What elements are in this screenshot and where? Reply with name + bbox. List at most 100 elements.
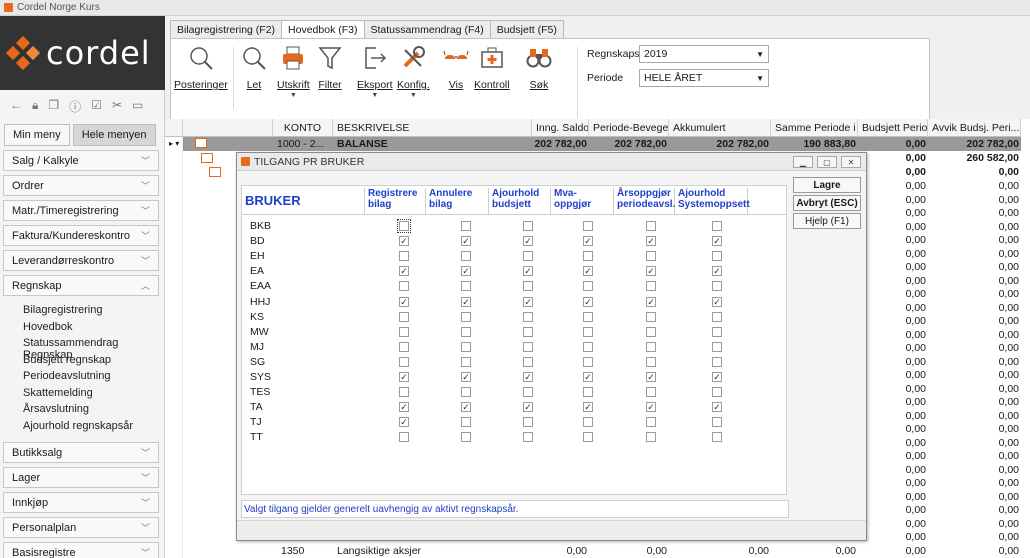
sok-button[interactable]: Søk: [526, 45, 552, 91]
access-checkbox[interactable]: [461, 417, 471, 428]
tab-hele-menyen[interactable]: Hele menyen: [72, 124, 156, 146]
col-periode[interactable]: Periode-Bevege...: [589, 119, 669, 137]
tab-bilagregistrering[interactable]: Bilagregistrering (F2): [170, 20, 283, 38]
access-checkbox[interactable]: ✓: [646, 236, 656, 247]
access-checkbox[interactable]: [583, 281, 593, 292]
access-checkbox[interactable]: ✓: [583, 372, 593, 382]
access-checkbox[interactable]: ✓: [399, 296, 409, 307]
access-checkbox[interactable]: ✓: [712, 266, 722, 277]
access-checkbox[interactable]: [399, 326, 409, 337]
access-checkbox[interactable]: [712, 251, 722, 262]
access-checkbox[interactable]: [583, 432, 593, 443]
submenu-budsjett[interactable]: Budsjett regnskap: [23, 354, 159, 371]
sidebar-item-matr[interactable]: Matr./Timeregistrering ﹀: [3, 200, 159, 221]
access-checkbox[interactable]: [523, 387, 533, 398]
access-checkbox[interactable]: [399, 432, 409, 443]
access-checkbox[interactable]: [399, 251, 409, 262]
submenu-statussammendrag[interactable]: Statussammendrag Regnskap: [23, 337, 159, 361]
sidebar-item-personalplan[interactable]: Personalplan ﹀: [3, 517, 159, 538]
col-budsjett[interactable]: Budsjett Perio...: [858, 119, 928, 137]
access-checkbox[interactable]: ✓: [523, 372, 533, 382]
checkbox-icon[interactable]: ☑: [91, 98, 102, 115]
filter-button[interactable]: Filter: [317, 45, 343, 91]
utskrift-button[interactable]: Utskrift ▼: [277, 45, 310, 99]
tab-hovedbok[interactable]: Hovedbok (F3): [281, 20, 365, 38]
access-checkbox[interactable]: [399, 311, 409, 322]
row-expand-icon[interactable]: ▸ ▾: [169, 139, 179, 148]
access-checkbox[interactable]: [399, 281, 409, 292]
col-samme-periode[interactable]: Samme Periode i ...: [771, 119, 858, 137]
access-checkbox[interactable]: ✓: [399, 372, 409, 382]
access-checkbox[interactable]: ✓: [583, 266, 593, 277]
let-button[interactable]: Let: [241, 45, 267, 91]
access-checkbox[interactable]: [646, 387, 656, 398]
lock-icon[interactable]: 🔒︎: [32, 98, 38, 115]
sidebar-item-faktura[interactable]: Faktura/Kundereskontro ﹀: [3, 225, 159, 246]
access-checkbox[interactable]: [399, 387, 409, 398]
sidebar-item-regnskap[interactable]: Regnskap ︿: [3, 275, 159, 296]
posteringer-button[interactable]: Posteringer: [174, 45, 228, 91]
access-checkbox[interactable]: [583, 251, 593, 262]
access-checkbox[interactable]: [646, 432, 656, 443]
access-checkbox[interactable]: ✓: [461, 402, 471, 413]
submenu-ajourhold[interactable]: Ajourhold regnskapsår: [23, 420, 159, 437]
monitor-icon[interactable]: ▭: [132, 98, 143, 115]
access-checkbox[interactable]: ✓: [461, 266, 471, 277]
access-checkbox[interactable]: [523, 326, 533, 337]
access-checkbox[interactable]: [523, 341, 533, 352]
access-checkbox[interactable]: [523, 251, 533, 262]
access-checkbox[interactable]: ✓: [712, 372, 722, 382]
access-checkbox[interactable]: [583, 326, 593, 337]
tab-statussammendrag[interactable]: Statussammendrag (F4): [363, 20, 491, 38]
access-checkbox[interactable]: ✓: [461, 296, 471, 307]
hjelp-button[interactable]: Hjelp (F1): [793, 213, 861, 229]
access-checkbox[interactable]: [523, 221, 533, 231]
access-checkbox[interactable]: [583, 341, 593, 352]
access-checkbox[interactable]: ✓: [461, 236, 471, 247]
access-checkbox[interactable]: ✓: [646, 266, 656, 277]
access-checkbox[interactable]: [461, 311, 471, 322]
access-checkbox[interactable]: [399, 356, 409, 367]
access-checkbox[interactable]: [712, 417, 722, 428]
col-avvik[interactable]: Avvik Budsj. Peri...: [928, 119, 1021, 137]
access-checkbox[interactable]: ✓: [523, 296, 533, 307]
access-checkbox[interactable]: [399, 341, 409, 352]
access-checkbox[interactable]: [461, 326, 471, 337]
access-checkbox[interactable]: [583, 387, 593, 398]
access-checkbox[interactable]: [646, 281, 656, 292]
access-checkbox[interactable]: [461, 281, 471, 292]
access-checkbox[interactable]: [712, 356, 722, 367]
access-checkbox[interactable]: [583, 311, 593, 322]
access-checkbox[interactable]: [461, 341, 471, 352]
access-checkbox[interactable]: ✓: [523, 402, 533, 413]
avbryt-button[interactable]: Avbryt (ESC): [793, 195, 861, 211]
access-checkbox[interactable]: [461, 432, 471, 443]
regnskapsar-select[interactable]: 2019 ▼: [639, 45, 769, 63]
vis-button[interactable]: Vis: [443, 45, 469, 91]
copy-icon[interactable]: ❐: [48, 98, 59, 115]
close-button[interactable]: ✕: [841, 156, 861, 168]
sidebar-item-basisregistre[interactable]: Basisregistre ﹀: [3, 542, 159, 558]
sidebar-item-leverandor[interactable]: Leverandørreskontro ﹀: [3, 250, 159, 271]
minimize-button[interactable]: ▁: [793, 156, 813, 168]
access-checkbox[interactable]: [461, 387, 471, 398]
col-akkumulert[interactable]: Akkumulert: [669, 119, 771, 137]
lagre-button[interactable]: Lagre: [793, 177, 861, 193]
access-checkbox[interactable]: [583, 417, 593, 428]
access-checkbox[interactable]: [583, 356, 593, 367]
access-checkbox[interactable]: [523, 417, 533, 428]
submenu-skattemelding[interactable]: Skattemelding: [23, 387, 159, 404]
submenu-arsavslutning[interactable]: Årsavslutning: [23, 403, 159, 420]
access-checkbox[interactable]: ✓: [523, 266, 533, 277]
access-checkbox[interactable]: ✓: [712, 402, 722, 413]
eksport-button[interactable]: Eksport ▼: [357, 45, 393, 99]
periode-select[interactable]: HELE ÅRET ▼: [639, 69, 769, 87]
access-checkbox[interactable]: [461, 221, 471, 231]
sidebar-item-innkjop[interactable]: Innkjøp ﹀: [3, 492, 159, 513]
sidebar-item-salg[interactable]: Salg / Kalkyle ﹀: [3, 150, 159, 171]
konfig-button[interactable]: Konfig. ▼: [397, 45, 430, 99]
kontroll-button[interactable]: Kontroll: [474, 45, 510, 91]
col-beskrivelse[interactable]: BESKRIVELSE: [333, 119, 532, 137]
access-checkbox[interactable]: ✓: [646, 296, 656, 307]
access-checkbox[interactable]: ✓: [583, 296, 593, 307]
